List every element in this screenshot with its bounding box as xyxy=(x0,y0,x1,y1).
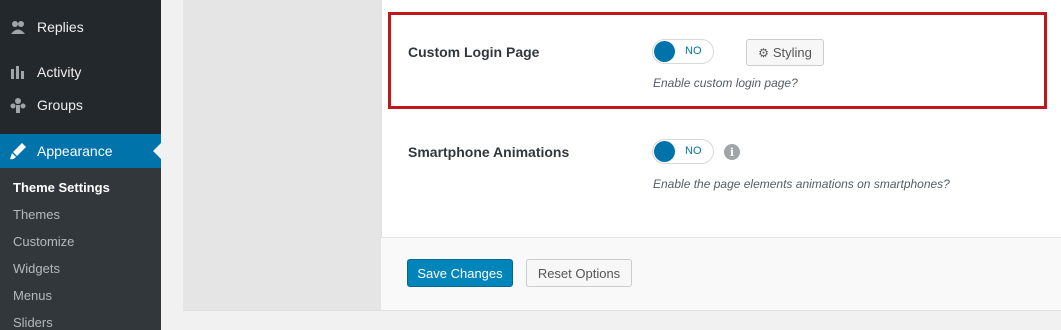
save-changes-button[interactable]: Save Changes xyxy=(407,259,513,287)
custom-login-label: Custom Login Page xyxy=(408,44,540,60)
smartphone-animations-description: Enable the page elements animations on s… xyxy=(653,177,950,191)
submenu-item-customize[interactable]: Customize xyxy=(13,234,74,249)
smartphone-animations-toggle[interactable]: NO xyxy=(652,139,714,164)
sidebar-item-activity[interactable]: Activity xyxy=(0,55,161,89)
sidebar-item-groups[interactable]: Groups xyxy=(0,88,161,122)
sidebar-item-label: Groups xyxy=(37,97,83,113)
submenu-item-sliders[interactable]: Sliders xyxy=(13,315,53,330)
gear-icon: ⚙ xyxy=(758,45,769,60)
custom-login-description: Enable custom login page? xyxy=(653,76,798,90)
toggle-state-label: NO xyxy=(685,145,702,157)
active-menu-arrow xyxy=(153,143,161,159)
sidebar-item-label: Activity xyxy=(37,64,82,80)
groups-icon xyxy=(9,96,27,114)
submenu-item-theme-settings[interactable]: Theme Settings xyxy=(13,180,110,195)
sidebar-item-label: Replies xyxy=(37,19,84,35)
toggle-knob xyxy=(654,141,675,162)
sidebar-item-appearance[interactable]: Appearance xyxy=(0,134,161,168)
settings-tabs-column xyxy=(183,0,381,310)
highlight-box xyxy=(388,12,1047,109)
divider xyxy=(183,310,1061,311)
admin-sidebar: Replies Activity Groups Appearance Theme… xyxy=(0,0,161,330)
custom-login-toggle[interactable]: NO xyxy=(652,39,714,64)
styling-button[interactable]: ⚙ Styling xyxy=(746,39,824,66)
sidebar-item-label: Appearance xyxy=(37,143,113,159)
appearance-submenu: Theme Settings Themes Customize Widgets … xyxy=(0,168,161,330)
submenu-item-menus[interactable]: Menus xyxy=(13,288,52,303)
submenu-item-widgets[interactable]: Widgets xyxy=(13,261,60,276)
info-icon[interactable]: i xyxy=(724,144,740,160)
reset-options-button[interactable]: Reset Options xyxy=(526,259,632,287)
smartphone-animations-label: Smartphone Animations xyxy=(408,144,570,160)
appearance-brush-icon xyxy=(9,142,27,160)
styling-button-label: Styling xyxy=(772,45,812,60)
toggle-state-label: NO xyxy=(685,45,702,57)
sidebar-item-replies[interactable]: Replies xyxy=(0,10,161,44)
activity-icon xyxy=(9,63,27,81)
toggle-knob xyxy=(654,41,675,62)
replies-icon xyxy=(9,18,27,36)
submenu-item-themes[interactable]: Themes xyxy=(13,207,60,222)
